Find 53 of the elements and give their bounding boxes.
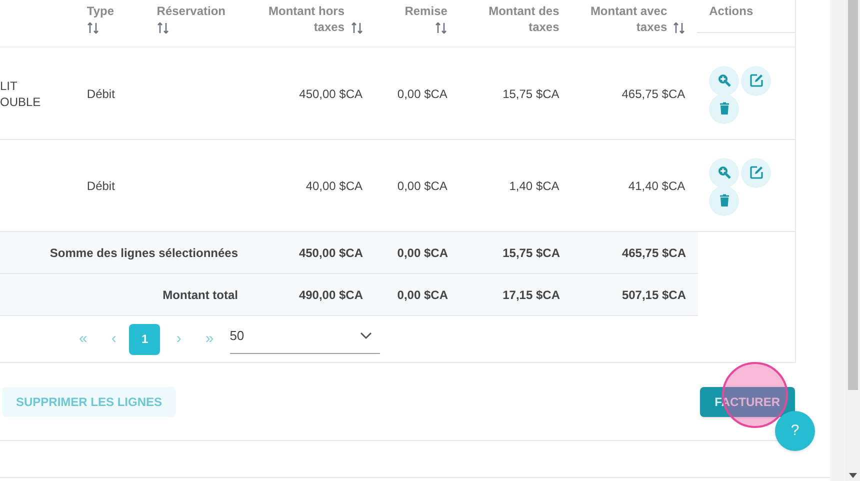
table-cell: 507,15 $CA xyxy=(622,288,686,302)
table-cell: 450,00 $CA xyxy=(298,246,363,260)
column-header[interactable]: Remise xyxy=(386,3,448,19)
table-cell-text: LIT OUBLE xyxy=(0,78,42,110)
delete-button[interactable] xyxy=(709,186,740,216)
first-page-button[interactable]: « xyxy=(79,328,88,350)
table-cell: Débit xyxy=(86,86,115,100)
column-header[interactable]: Type xyxy=(86,3,133,19)
zoom-in-button[interactable] xyxy=(709,66,740,96)
column-header[interactable]: Réservation xyxy=(156,3,238,19)
column-header[interactable]: Montant avec taxes xyxy=(585,3,668,35)
table-cell: 0,00 $CA xyxy=(397,178,448,192)
previous-page-button[interactable]: ‹ xyxy=(111,328,116,350)
total-label: Montant total xyxy=(162,288,238,302)
zoom-in-button[interactable] xyxy=(709,158,740,188)
pencil-square-icon xyxy=(748,73,764,88)
sort-icon[interactable] xyxy=(435,22,448,34)
column-header[interactable]: Montant des taxes xyxy=(477,3,560,35)
page-button[interactable]: 1 xyxy=(129,324,160,354)
table-cell: 15,75 $CA xyxy=(502,246,560,260)
chevron-down-icon xyxy=(360,332,372,340)
pencil-square-icon xyxy=(748,165,764,180)
delete-lines-button[interactable]: SUPPRIMER LES LIGNES xyxy=(2,386,176,416)
table-cell: 1,40 $CA xyxy=(509,178,560,192)
table-cell: 0,00 $CA xyxy=(397,246,448,260)
table-cell: Débit xyxy=(86,178,115,192)
table-cell: 0,00 $CA xyxy=(397,86,448,100)
total-label: Somme des lignes sélectionnées xyxy=(50,246,238,260)
table-cell: 465,75 $CA xyxy=(622,246,686,260)
last-page-button[interactable]: » xyxy=(205,328,214,350)
column-header[interactable]: Actions xyxy=(709,3,754,19)
next-page-button[interactable]: › xyxy=(176,328,182,350)
table-cell: 490,00 $CA xyxy=(298,288,363,302)
page-size-select[interactable]: 50 xyxy=(230,324,380,354)
magnifier-plus-icon xyxy=(716,165,732,180)
edit-button[interactable] xyxy=(741,66,772,96)
scrollbar[interactable] xyxy=(845,0,860,481)
table-cell: 17,15 $CA xyxy=(502,288,560,302)
help-button[interactable]: ? xyxy=(775,411,815,451)
table-cell: 15,75 $CA xyxy=(502,86,560,100)
column-header[interactable]: Montant hors taxes xyxy=(262,3,345,35)
table-cell: 0,00 $CA xyxy=(397,288,448,302)
edit-button[interactable] xyxy=(741,158,772,188)
delete-button[interactable] xyxy=(709,94,740,124)
table-cell: 450,00 $CA xyxy=(299,86,363,100)
magnifier-plus-icon xyxy=(716,73,732,88)
sort-icon[interactable] xyxy=(673,22,686,34)
table-cell: 40,00 $CA xyxy=(306,178,363,192)
sort-icon[interactable] xyxy=(350,22,363,34)
table-cell: 465,75 $CA xyxy=(622,86,686,100)
sort-icon[interactable] xyxy=(156,22,169,34)
table-cell: 41,40 $CA xyxy=(628,178,686,192)
sort-icon[interactable] xyxy=(86,22,99,34)
